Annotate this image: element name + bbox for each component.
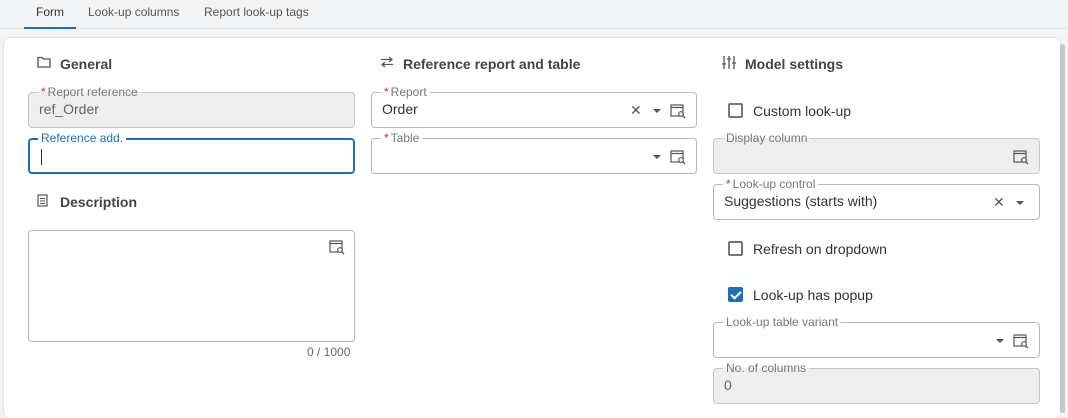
report-reference-value: ref_Order — [39, 101, 99, 117]
report-value: Order — [382, 101, 418, 117]
lookup-icon[interactable] — [1013, 333, 1029, 349]
folder-icon — [37, 56, 51, 71]
lookup-icon[interactable] — [329, 239, 345, 255]
clear-icon[interactable]: ✕ — [630, 102, 642, 119]
general-section-title: General — [60, 56, 113, 72]
tab-divider — [0, 28, 1068, 29]
display-column-field[interactable]: Display column — [713, 131, 1040, 174]
report-reference-field[interactable]: * Report reference ref_Order — [28, 85, 355, 128]
table-label: * Table — [381, 131, 423, 145]
tab-bar: Form Look-up columns Report look-up tags — [0, 0, 1068, 30]
refresh-on-dropdown-label[interactable]: Refresh on dropdown — [753, 241, 887, 257]
lookup-control-label: * Look-up control — [723, 177, 819, 191]
tab-lookup-columns[interactable]: Look-up columns — [88, 5, 179, 19]
reference-section-title: Reference report and table — [403, 56, 581, 72]
reference-add-label: Reference add. — [38, 131, 127, 145]
active-tab-indicator — [24, 27, 76, 29]
description-textarea[interactable] — [28, 230, 355, 342]
lookup-has-popup-checkbox[interactable] — [728, 287, 743, 302]
clear-icon[interactable]: ✕ — [993, 194, 1005, 211]
chevron-down-icon[interactable] — [996, 339, 1004, 343]
sliders-icon — [722, 55, 736, 73]
lookup-icon[interactable] — [670, 103, 686, 119]
model-settings-title: Model settings — [745, 56, 844, 72]
custom-lookup-label[interactable]: Custom look-up — [753, 103, 851, 119]
no-of-columns-value: 0 — [724, 377, 732, 393]
custom-lookup-checkbox[interactable] — [728, 103, 743, 118]
report-label: * Report — [381, 85, 430, 99]
lookup-icon[interactable] — [1013, 149, 1029, 165]
lookup-table-variant-select[interactable]: Look-up table variant — [713, 315, 1040, 358]
no-of-columns-label: No. of columns — [723, 361, 810, 375]
tab-form[interactable]: Form — [36, 5, 64, 19]
chevron-down-icon[interactable] — [653, 155, 661, 159]
tab-report-lookup-tags[interactable]: Report look-up tags — [204, 5, 309, 19]
document-icon — [37, 194, 48, 210]
chevron-down-icon[interactable] — [653, 109, 661, 113]
display-column-label: Display column — [723, 131, 811, 145]
lookup-has-popup-label[interactable]: Look-up has popup — [753, 287, 873, 303]
description-section-title: Description — [60, 194, 138, 210]
no-of-columns-field[interactable]: No. of columns 0 — [713, 361, 1040, 404]
refresh-on-dropdown-checkbox[interactable] — [728, 241, 743, 256]
reference-add-field[interactable]: Reference add. — [28, 131, 355, 174]
chevron-down-icon[interactable] — [1016, 201, 1024, 205]
lookup-control-value: Suggestions (starts with) — [724, 193, 878, 209]
report-select[interactable]: * Report Order ✕ — [371, 85, 697, 128]
description-char-counter: 0 / 1000 — [307, 345, 351, 359]
swap-arrows-icon — [380, 56, 394, 71]
report-reference-label: * Report reference — [38, 85, 141, 99]
lookup-icon[interactable] — [670, 149, 686, 165]
lookup-control-select[interactable]: * Look-up control Suggestions (starts wit… — [713, 177, 1040, 220]
vertical-scrollbar[interactable] — [1060, 44, 1065, 413]
text-caret — [41, 149, 42, 165]
table-select[interactable]: * Table — [371, 131, 697, 174]
lookup-table-variant-label: Look-up table variant — [723, 315, 842, 329]
